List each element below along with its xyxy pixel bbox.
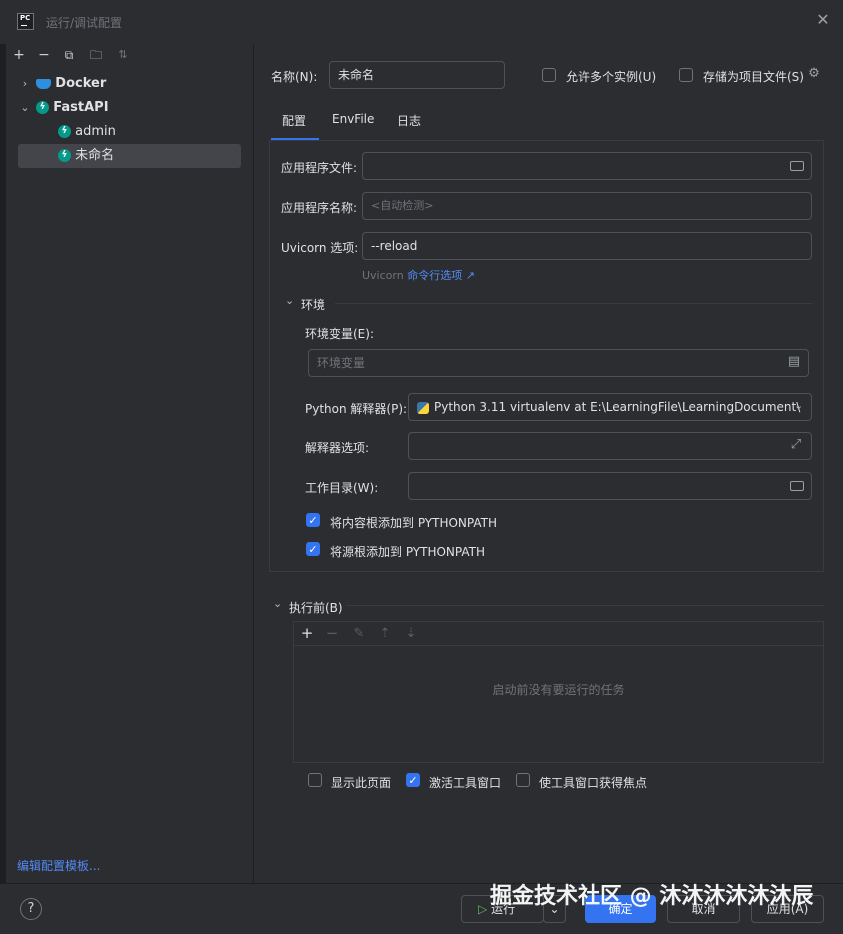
docker-icon — [36, 78, 52, 89]
name-label: 名称(N): — [271, 70, 318, 84]
tree-item-fastapi[interactable]: ⌄ ϟ FastAPI — [18, 96, 108, 120]
app-file-input[interactable] — [362, 152, 812, 180]
window-title: 运行/调试配置 — [46, 16, 123, 30]
tab-config[interactable]: 配置 — [282, 112, 306, 129]
add-icon[interactable]: + — [299, 624, 315, 642]
folder-icon[interactable] — [790, 161, 804, 171]
allow-multiple-label: 允许多个实例(U) — [566, 70, 657, 84]
tree-item-docker[interactable]: › Docker — [18, 72, 106, 96]
chevron-down-icon[interactable]: ⌄ — [285, 294, 294, 307]
uvicorn-options-link[interactable]: 命令行选项 ↗ — [407, 269, 475, 282]
uvicorn-hint: Uvicorn 命令行选项 ↗ — [362, 269, 475, 282]
left-panel — [6, 44, 254, 883]
workdir-label: 工作目录(W): — [305, 481, 379, 495]
tab-log[interactable]: 日志 — [397, 112, 421, 129]
tree-selection — [18, 144, 241, 168]
app-name-input[interactable]: <自动检测> — [362, 192, 812, 220]
watermark: 掘金技术社区 @ 沐沐沐沐沐沐辰 — [490, 884, 814, 909]
app-name-label: 应用程序名称: — [281, 201, 358, 215]
activate-tool-label: 激活工具窗口 — [429, 776, 502, 790]
title-bar — [0, 0, 843, 44]
python-icon — [417, 401, 429, 414]
show-page-label: 显示此页面 — [331, 776, 392, 790]
name-input[interactable]: 未命名 — [329, 61, 505, 89]
edit-icon[interactable]: ✎ — [351, 626, 367, 641]
gear-icon[interactable]: ⚙ — [806, 66, 822, 81]
fastapi-icon: ϟ — [58, 149, 71, 162]
sort-icon[interactable]: ⇅ — [112, 44, 134, 66]
remove-icon[interactable]: − — [324, 624, 340, 642]
tab-envfile[interactable]: EnvFile — [332, 112, 374, 126]
move-down-icon[interactable]: ⇣ — [403, 626, 419, 641]
show-page-checkbox[interactable] — [308, 773, 322, 787]
uvicorn-input[interactable]: --reload — [362, 232, 812, 260]
add-icon[interactable]: + — [8, 44, 30, 66]
source-roots-label: 将源根添加到 PYTHONPATH — [330, 545, 485, 559]
interpreter-label: Python 解释器(P): — [305, 402, 408, 416]
env-section-title: 环境 — [301, 298, 326, 312]
chevron-right-icon[interactable]: › — [18, 72, 32, 96]
fastapi-icon: ϟ — [58, 125, 71, 138]
list-icon[interactable]: ▤ — [786, 354, 802, 369]
source-roots-checkbox[interactable]: ✓ — [306, 542, 320, 556]
before-launch-title: 执行前(B) — [289, 601, 343, 615]
workdir-input[interactable] — [408, 472, 812, 500]
chevron-down-icon[interactable]: ⌄ — [794, 399, 803, 412]
store-project-checkbox[interactable] — [679, 68, 693, 82]
env-separator — [335, 303, 812, 304]
copy-icon[interactable]: ⧉ — [58, 44, 80, 66]
tree-item-unnamed[interactable]: ϟ 未命名 — [58, 144, 114, 168]
help-button[interactable]: ? — [20, 898, 42, 920]
uvicorn-label: Uvicorn 选项: — [281, 241, 359, 255]
focus-tool-checkbox[interactable] — [516, 773, 530, 787]
close-icon[interactable]: ✕ — [814, 11, 832, 29]
content-roots-label: 将内容根添加到 PYTHONPATH — [330, 516, 497, 530]
tree-item-admin[interactable]: ϟ admin — [58, 120, 116, 144]
fastapi-icon: ϟ — [36, 101, 50, 114]
chevron-down-icon[interactable]: ⌄ — [18, 96, 32, 120]
activate-tool-checkbox[interactable]: ✓ — [406, 773, 420, 787]
new-folder-icon[interactable]: 🗀 — [85, 44, 107, 66]
folder-icon[interactable] — [790, 481, 804, 491]
empty-task-message: 启动前没有要运行的任务 — [492, 683, 625, 697]
move-up-icon[interactable]: ⇡ — [377, 626, 393, 641]
before-launch-separator — [346, 605, 824, 606]
expand-icon[interactable]: ⤢ — [788, 437, 804, 452]
remove-icon[interactable]: − — [33, 44, 55, 66]
content-roots-checkbox[interactable]: ✓ — [306, 513, 320, 527]
app-file-label: 应用程序文件: — [281, 161, 358, 175]
edit-templates-link[interactable]: 编辑配置模板... — [17, 857, 100, 874]
env-vars-label: 环境变量(E): — [305, 327, 374, 341]
interpreter-select[interactable]: Python 3.11 virtualenv at E:\LearningFil… — [408, 393, 812, 421]
focus-tool-label: 使工具窗口获得焦点 — [539, 776, 648, 790]
store-project-label: 存储为项目文件(S) — [703, 70, 804, 84]
play-icon: ▷ — [478, 902, 488, 916]
pycharm-app-icon: PC — [17, 13, 34, 30]
interp-options-label: 解释器选项: — [305, 441, 370, 455]
task-toolbar-separator — [294, 645, 823, 646]
chevron-down-icon[interactable]: ⌄ — [273, 597, 282, 610]
interp-options-input[interactable] — [408, 432, 812, 460]
env-vars-input[interactable]: 环境变量 — [308, 349, 809, 377]
allow-multiple-checkbox[interactable] — [542, 68, 556, 82]
